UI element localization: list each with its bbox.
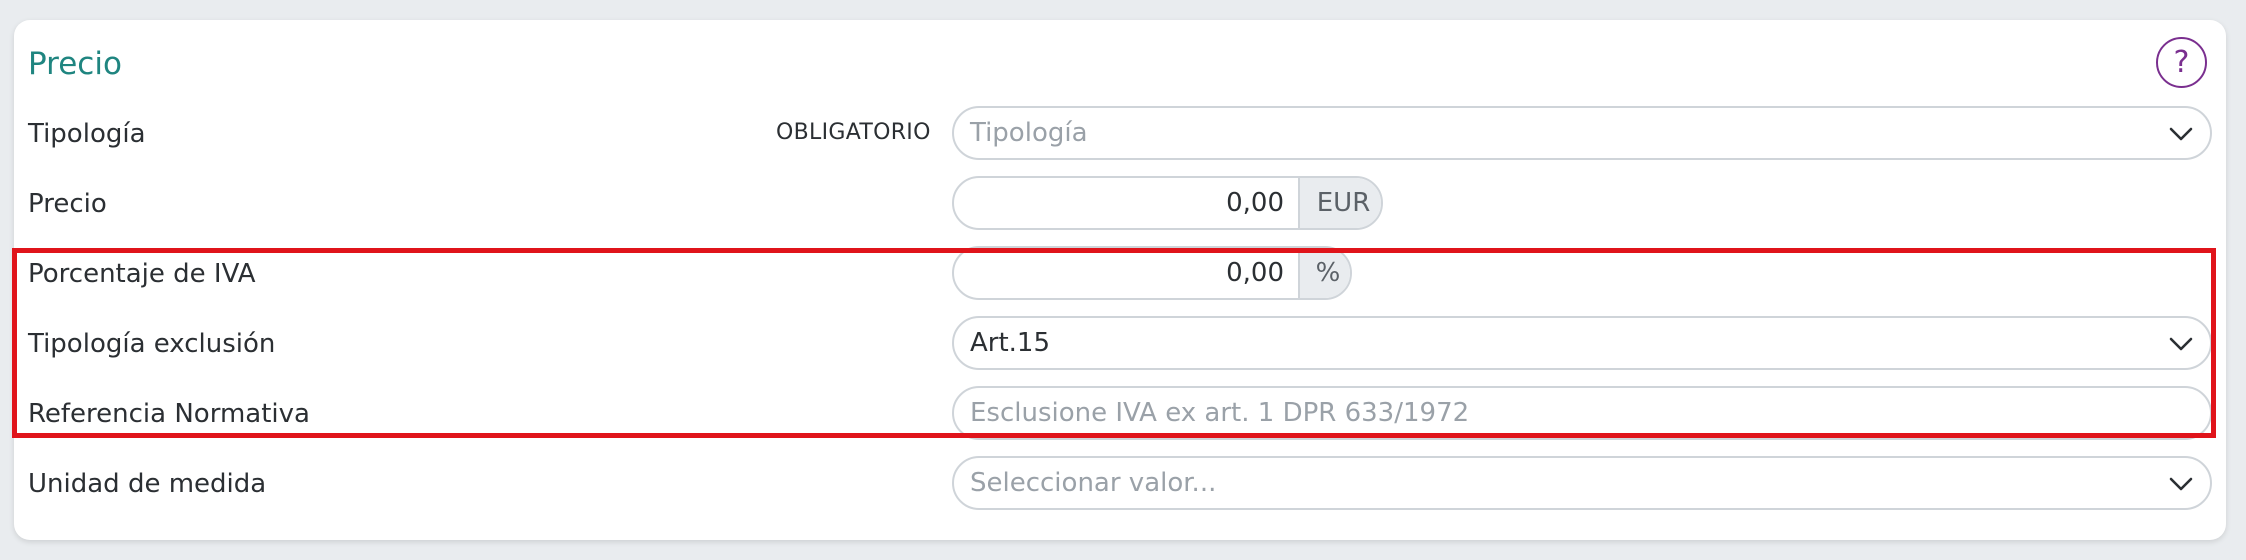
tipologia-placeholder: Tipología — [970, 118, 1088, 148]
referencia-normativa-placeholder: Esclusione IVA ex art. 1 DPR 633/1972 — [970, 398, 1470, 428]
unidad-medida-label: Unidad de medida — [28, 469, 267, 499]
unidad-medida-placeholder: Seleccionar valor... — [970, 468, 1217, 498]
porcentaje-iva-value[interactable]: 0,00 — [954, 248, 1298, 298]
precio-input[interactable]: 0,00 EUR — [952, 176, 1383, 230]
referencia-normativa-label: Referencia Normativa — [28, 399, 310, 429]
tipologia-exclusion-select[interactable]: Art.15 — [952, 316, 2212, 370]
tipologia-label: Tipología — [28, 119, 146, 149]
help-icon[interactable]: ? — [2156, 37, 2207, 88]
tipologia-exclusion-value: Art.15 — [970, 328, 1051, 358]
currency-addon: EUR — [1298, 178, 1381, 228]
percent-addon: % — [1298, 248, 1350, 298]
chevron-down-icon — [2169, 477, 2193, 491]
porcentaje-iva-label: Porcentaje de IVA — [28, 259, 256, 289]
precio-value[interactable]: 0,00 — [954, 178, 1298, 228]
precio-label: Precio — [28, 189, 107, 219]
unidad-medida-select[interactable]: Seleccionar valor... — [952, 456, 2212, 510]
chevron-down-icon — [2169, 337, 2193, 351]
tipologia-exclusion-label: Tipología exclusión — [28, 329, 276, 359]
porcentaje-iva-input[interactable]: 0,00 % — [952, 246, 1352, 300]
tipologia-select[interactable]: Tipología — [952, 106, 2212, 160]
section-title: Precio — [28, 46, 122, 82]
required-badge: OBLIGATORIO — [776, 120, 931, 145]
referencia-normativa-input[interactable]: Esclusione IVA ex art. 1 DPR 633/1972 — [952, 386, 2212, 440]
chevron-down-icon — [2169, 127, 2193, 141]
